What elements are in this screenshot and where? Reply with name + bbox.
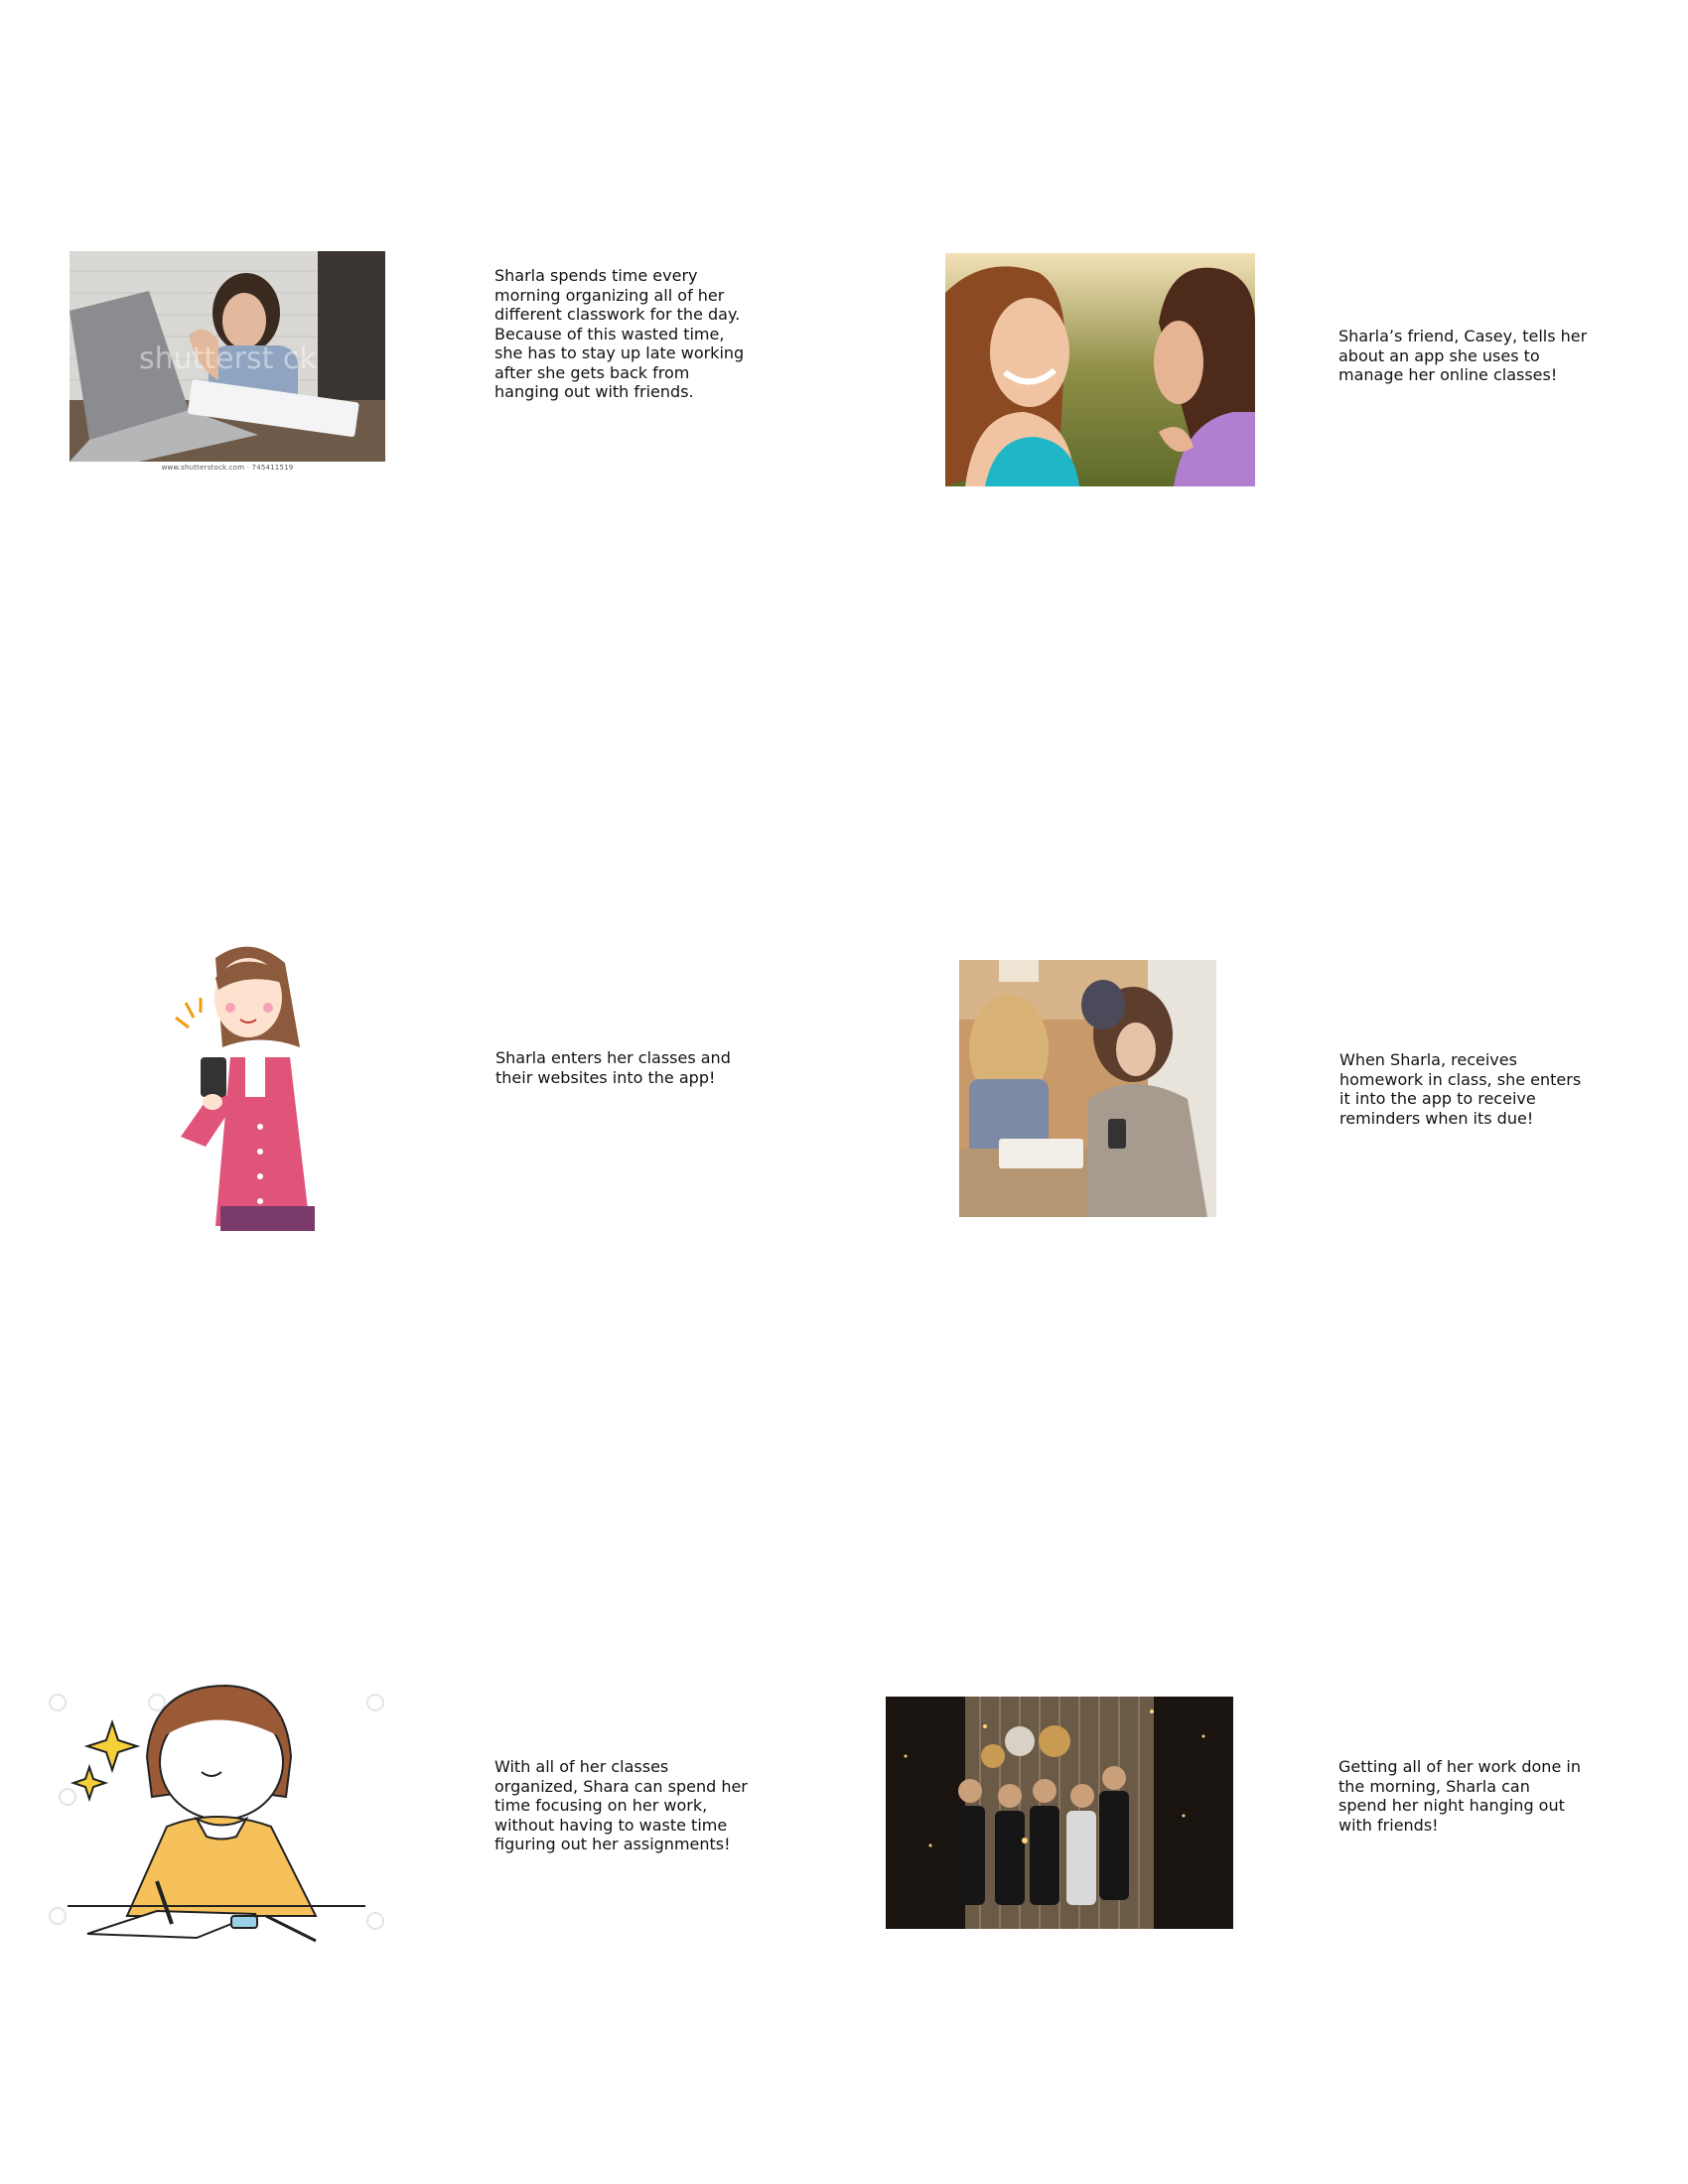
stressed-student-photo: shutterst ck bbox=[70, 251, 385, 462]
panel-2-caption: Sharla’s friend, Casey, tells her about … bbox=[1338, 327, 1588, 384]
girl-writing-illustration bbox=[38, 1678, 397, 1946]
panel-1-caption: Sharla spends time every morning organiz… bbox=[494, 266, 745, 401]
friends-party-photo bbox=[886, 1697, 1233, 1929]
panel-6-caption: Getting all of her work done in the morn… bbox=[1338, 1757, 1581, 1835]
image-credit: www.shutterstock.com · 745411519 bbox=[161, 464, 294, 472]
panel-4-caption: When Sharla, receives homework in class,… bbox=[1339, 1050, 1582, 1128]
two-friends-illustration bbox=[945, 253, 1255, 486]
watermark-text: shutterst ck bbox=[139, 341, 317, 376]
panel-5-caption: With all of her classes organized, Shara… bbox=[494, 1757, 748, 1853]
student-phone-classroom-photo bbox=[959, 960, 1216, 1217]
woman-phone-illustration bbox=[161, 938, 320, 1231]
panel-3-caption: Sharla enters her classes and their webs… bbox=[495, 1048, 731, 1087]
